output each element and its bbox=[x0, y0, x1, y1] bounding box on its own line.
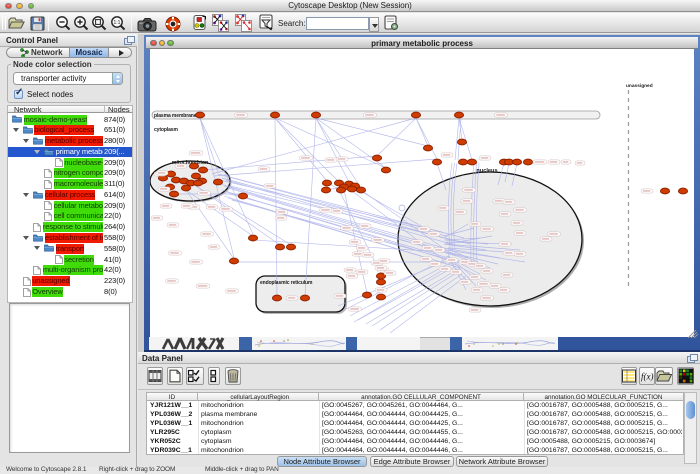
svg-text:cytoplasm: cytoplasm bbox=[154, 127, 178, 133]
svg-text:plasma membrane: plasma membrane bbox=[154, 113, 197, 119]
svg-text:nucleus: nucleus bbox=[476, 168, 497, 174]
svg-text:endoplasmic reticulum: endoplasmic reticulum bbox=[260, 280, 313, 286]
svg-text:f(x): f(x) bbox=[641, 372, 654, 382]
svg-text:unassigned: unassigned bbox=[626, 83, 653, 89]
svg-text:1:1: 1:1 bbox=[114, 20, 121, 26]
